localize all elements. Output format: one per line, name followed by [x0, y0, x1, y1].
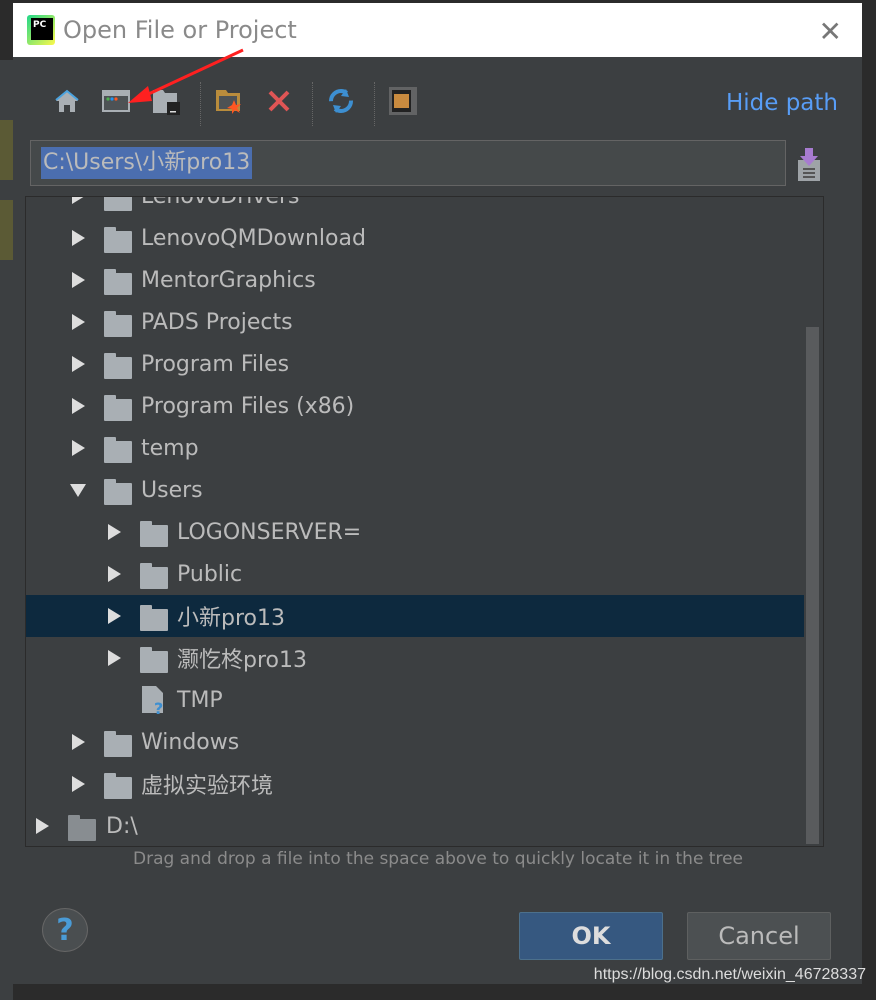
expand-arrow-icon[interactable] — [108, 524, 121, 540]
show-hidden-icon[interactable] — [388, 86, 418, 116]
folder-icon — [104, 731, 132, 757]
drag-drop-hint: Drag and drop a file into the space abov… — [132, 849, 744, 869]
folder-icon — [104, 437, 132, 463]
tree-row[interactable]: Users — [26, 469, 804, 511]
folder-icon — [140, 605, 168, 631]
expand-arrow-icon[interactable] — [108, 566, 121, 582]
tree-row[interactable]: MentorGraphics — [26, 259, 804, 301]
tree-row-label: temp — [141, 435, 199, 461]
tree-row-label: Users — [141, 477, 203, 503]
desktop-icon[interactable] — [101, 86, 131, 116]
expand-arrow-icon[interactable] — [72, 398, 85, 414]
tree-row-label: MentorGraphics — [141, 267, 316, 293]
tree-row-label: D:\ — [106, 813, 138, 839]
tree-row[interactable]: Program Files — [26, 343, 804, 385]
tree-row-label: LenovoDrivers — [141, 196, 300, 209]
refresh-icon[interactable] — [326, 86, 356, 116]
expand-arrow-icon[interactable] — [108, 608, 121, 624]
tree-row-label: Program Files (x86) — [141, 393, 355, 419]
tree-row[interactable]: Public — [26, 553, 804, 595]
tree-row[interactable]: D:\ — [26, 805, 804, 846]
locked-drive-icon — [68, 815, 96, 841]
tree-row-label: 小新pro13 — [177, 606, 285, 631]
expand-arrow-icon[interactable] — [72, 314, 85, 330]
tree-row[interactable]: 小新pro13 — [26, 595, 804, 637]
folder-icon — [104, 311, 132, 337]
tree-row[interactable]: LenovoQMDownload — [26, 217, 804, 259]
expand-arrow-icon[interactable] — [72, 272, 85, 288]
tree-row-label: PADS Projects — [141, 309, 293, 335]
tree-row-label: LenovoQMDownload — [141, 225, 366, 251]
tree-scrollbar[interactable] — [806, 327, 819, 844]
path-input[interactable]: C:\Users\小新pro13 — [30, 140, 786, 186]
expand-arrow-icon[interactable] — [72, 776, 85, 792]
tree-row[interactable]: ? TMP — [26, 679, 804, 721]
expand-arrow-icon[interactable] — [72, 197, 85, 204]
folder-icon — [140, 563, 168, 589]
pycharm-logo: PC — [27, 15, 55, 45]
new-folder-icon[interactable] — [214, 86, 244, 116]
help-icon: ? — [56, 912, 74, 948]
tree-row-label: Program Files — [141, 351, 290, 377]
toolbar: Hide path — [38, 78, 838, 128]
tree-row[interactable]: 灏忔柊pro13 — [26, 637, 804, 679]
expand-arrow-icon[interactable] — [72, 230, 85, 246]
folder-icon — [140, 521, 168, 547]
tree-row-label: 灏忔柊pro13 — [177, 648, 307, 673]
folder-icon — [104, 269, 132, 295]
delete-icon[interactable] — [264, 86, 294, 116]
path-history-icon[interactable] — [797, 148, 821, 182]
tree-row-label: 虚拟实验环境 — [141, 774, 274, 799]
ok-button[interactable]: OK — [519, 912, 663, 960]
tree-row[interactable]: LenovoDrivers — [26, 196, 804, 217]
tree-row[interactable]: Program Files (x86) — [26, 385, 804, 427]
tree-row[interactable]: 虚拟实验环境 — [26, 763, 804, 805]
help-button[interactable]: ? — [42, 908, 88, 952]
title-bar: PC Open File or Project ✕ — [13, 3, 862, 57]
expand-arrow-icon[interactable] — [72, 356, 85, 372]
expand-arrow-icon[interactable] — [36, 818, 49, 834]
svg-text:?: ? — [154, 699, 163, 715]
unknown-file-icon: ? — [140, 685, 166, 721]
watermark: https://blog.csdn.net/weixin_46728337 — [593, 966, 866, 983]
hide-path-link[interactable]: Hide path — [726, 90, 838, 116]
folder-icon — [104, 353, 132, 379]
dialog-title: Open File or Project — [63, 16, 297, 44]
tree-row[interactable]: PADS Projects — [26, 301, 804, 343]
file-tree[interactable]: D:\ 虚拟实验环境 Windows? TMP 灏忔柊pro13 小新pro13 Publi… — [25, 196, 824, 847]
folder-icon — [104, 773, 132, 799]
close-icon[interactable]: ✕ — [819, 15, 842, 48]
tree-row-label: TMP — [177, 687, 223, 713]
collapse-arrow-icon[interactable] — [70, 484, 86, 497]
tree-row-label: LOGONSERVER= — [177, 519, 362, 545]
tree-row[interactable]: temp — [26, 427, 804, 469]
folder-icon — [104, 197, 132, 211]
folder-icon — [104, 395, 132, 421]
folder-icon — [104, 479, 132, 505]
tree-row[interactable]: Windows — [26, 721, 804, 763]
expand-arrow-icon[interactable] — [108, 650, 121, 666]
tree-row[interactable]: LOGONSERVER= — [26, 511, 804, 553]
cancel-button[interactable]: Cancel — [687, 912, 831, 960]
home-icon[interactable] — [52, 86, 82, 116]
folder-icon — [140, 647, 168, 673]
path-value: C:\Users\小新pro13 — [41, 147, 253, 179]
project-folder-icon[interactable] — [151, 86, 181, 116]
expand-arrow-icon[interactable] — [72, 734, 85, 750]
tree-row-label: Windows — [141, 729, 240, 755]
tree-row-label: Public — [177, 561, 243, 587]
folder-icon — [104, 227, 132, 253]
expand-arrow-icon[interactable] — [72, 440, 85, 456]
